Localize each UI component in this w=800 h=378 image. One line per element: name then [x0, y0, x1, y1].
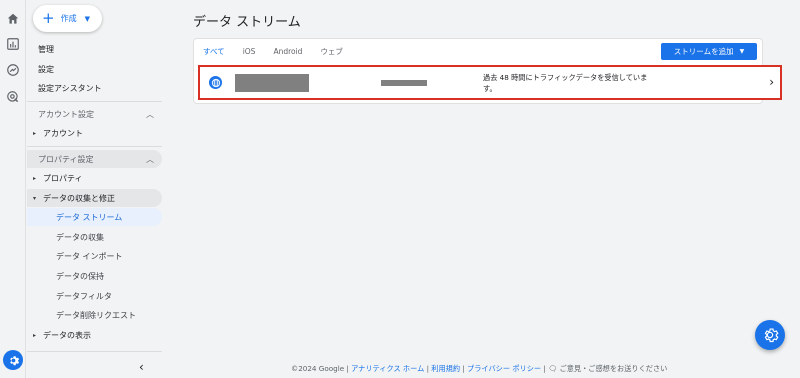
footer-terms-link[interactable]: 利用規約 [431, 364, 460, 373]
footer-analytics-home-link[interactable]: アナリティクス ホーム [351, 364, 424, 373]
sidebar-item-account[interactable]: ▸ アカウント [27, 124, 162, 142]
sidebar-item-account-label: アカウント [43, 128, 83, 138]
tab-all[interactable]: すべて [194, 39, 234, 67]
footer: ©2024 Google | アナリティクス ホーム | 利用規約 | プライバ… [291, 364, 667, 374]
explore-icon[interactable] [5, 62, 21, 78]
footer-copyright: ©2024 Google [291, 364, 345, 373]
sidebar-item-data-collection[interactable]: ▾ データの収集と修正 [27, 189, 162, 207]
create-button[interactable]: + 作成 ▼ [33, 5, 102, 32]
redacted-stream-id [381, 80, 427, 86]
sidebar: + 作成 ▼ 管理 設定 設定アシスタント アカウント設定 ︿ ▸ アカウント … [27, 0, 163, 378]
home-icon[interactable] [5, 11, 21, 27]
add-stream-button[interactable]: ストリームを追加 ▼ [661, 43, 757, 60]
streams-card: すべて iOS Android ウェブ ストリームを追加 ▼ 過去 48 時間に… [193, 38, 782, 104]
section-account-settings-label: アカウント設定 [38, 109, 94, 119]
gear-icon[interactable] [3, 350, 23, 370]
main-content: データ ストリーム すべて iOS Android ウェブ ストリームを追加 ▼… [163, 0, 800, 378]
triangle-down-icon: ▾ [33, 194, 37, 202]
triangle-right-icon: ▸ [33, 174, 37, 182]
sidebar-item-data-display[interactable]: ▸ データの表示 [27, 326, 162, 344]
nav-rail [0, 0, 26, 378]
triangle-right-icon: ▸ [33, 331, 37, 339]
gear-sparkle-icon [764, 328, 779, 343]
page-title: データ ストリーム [193, 15, 301, 30]
caret-down-icon: ▼ [739, 48, 745, 55]
tab-ios[interactable]: iOS [234, 39, 265, 63]
plus-icon: + [42, 9, 55, 27]
sidebar-item-data-filters[interactable]: データフィルタ [27, 287, 162, 305]
bar-chart-icon[interactable] [5, 36, 21, 52]
globe-icon [209, 76, 222, 89]
stream-row[interactable]: 過去 48 時間にトラフィックデータを受信しています。 › [198, 65, 782, 100]
sidebar-item-data-import[interactable]: データ インポート [27, 247, 162, 265]
tab-android[interactable]: Android [264, 39, 311, 63]
sidebar-item-data-collection-label: データの収集と修正 [43, 193, 115, 203]
sidebar-item-settings[interactable]: 設定 [27, 60, 162, 78]
sidebar-item-data-deletion[interactable]: データ削除リクエスト [27, 306, 162, 324]
chevron-right-icon[interactable]: › [769, 75, 774, 89]
footer-privacy-link[interactable]: プライバシー ポリシー [467, 364, 541, 373]
section-property-settings-label: プロパティ設定 [38, 154, 94, 164]
fab-settings-button[interactable] [755, 320, 785, 350]
create-button-label: 作成 [60, 14, 77, 23]
divider [27, 101, 162, 102]
footer-separator: | [460, 364, 468, 373]
footer-feedback-link[interactable]: ご意見・ご感想をお送りください [560, 364, 668, 373]
sidebar-item-admin[interactable]: 管理 [27, 40, 162, 58]
feedback-icon: 🗨 [548, 364, 560, 373]
sidebar-item-property[interactable]: ▸ プロパティ [27, 169, 162, 187]
stream-status-text: 過去 48 時間にトラフィックデータを受信しています。 [483, 73, 648, 93]
add-stream-label: ストリームを追加 [673, 47, 734, 56]
collapse-sidebar-icon[interactable]: ‹ [139, 360, 144, 374]
stream-tabs: すべて iOS Android ウェブ [194, 39, 352, 67]
chevron-up-icon: ︿ [146, 109, 154, 119]
section-property-settings[interactable]: プロパティ設定 ︿ [27, 150, 162, 168]
redacted-stream-name [235, 74, 309, 92]
triangle-right-icon: ▸ [33, 129, 37, 137]
sidebar-item-property-label: プロパティ [43, 173, 83, 183]
section-account-settings[interactable]: アカウント設定 ︿ [27, 105, 162, 123]
divider [27, 146, 162, 147]
advertising-icon[interactable] [5, 89, 21, 105]
chevron-up-icon: ︿ [146, 154, 154, 164]
caret-down-icon: ▼ [84, 14, 90, 23]
sidebar-item-data-retention[interactable]: データの保持 [27, 267, 162, 285]
divider [27, 351, 162, 352]
sidebar-item-data-streams[interactable]: データ ストリーム [27, 208, 162, 226]
tab-web[interactable]: ウェブ [311, 39, 352, 63]
sidebar-item-data-collection-sub[interactable]: データの収集 [27, 228, 162, 246]
sidebar-item-setup-assistant[interactable]: 設定アシスタント [27, 79, 162, 97]
sidebar-item-data-display-label: データの表示 [43, 330, 91, 340]
